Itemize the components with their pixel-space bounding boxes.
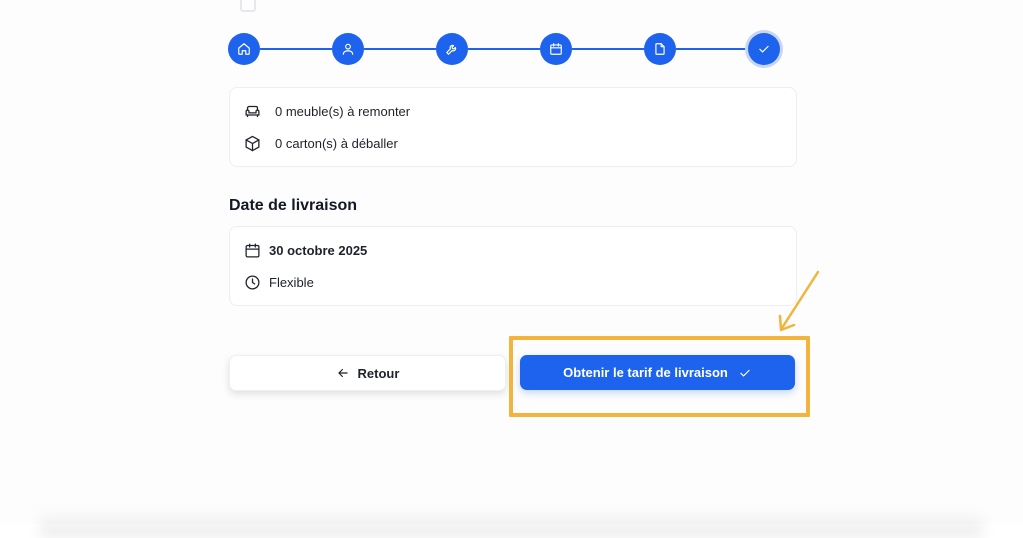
home-icon (238, 43, 250, 55)
step-date[interactable] (540, 33, 572, 65)
step-summary[interactable] (644, 33, 676, 65)
step-connector (572, 48, 644, 50)
delivery-date-row: 30 octobre 2025 (244, 242, 367, 259)
box-icon (245, 135, 260, 152)
page: 0 meuble(s) à remonter 0 carton(s) à déb… (0, 0, 1023, 538)
arrow-left-icon (337, 368, 348, 378)
service-item-label: 0 carton(s) à déballer (275, 136, 398, 151)
service-item-boxes: 0 carton(s) à déballer (244, 135, 398, 152)
user-icon (342, 43, 354, 55)
delivery-flexibility-row: Flexible (244, 274, 314, 291)
document-icon (655, 43, 665, 55)
step-user[interactable] (332, 33, 364, 65)
delivery-date-value: 30 octobre 2025 (269, 243, 368, 258)
calendar-icon (550, 43, 562, 55)
calendar-icon (245, 243, 260, 258)
services-card: 0 meuble(s) à remonter 0 carton(s) à déb… (229, 87, 797, 167)
wrench-icon (446, 44, 457, 55)
step-home[interactable] (228, 33, 260, 65)
check-icon (759, 45, 769, 53)
sofa-icon (245, 105, 260, 118)
section-title-delivery: Date de livraison (229, 197, 358, 214)
clock-icon (245, 275, 260, 290)
service-item-label: 0 meuble(s) à remonter (275, 104, 411, 119)
back-button-label: Retour (357, 365, 400, 381)
service-item-furniture: 0 meuble(s) à remonter (244, 103, 410, 120)
step-connector (468, 48, 540, 50)
step-connector (364, 48, 436, 50)
faded-section-label (228, 62, 428, 74)
step-confirm[interactable] (748, 33, 780, 65)
step-connector (260, 48, 332, 50)
step-connector (676, 48, 748, 50)
highlight-box (509, 336, 810, 417)
annotation-arrow-icon (778, 270, 820, 332)
bottom-shadow (40, 508, 983, 538)
back-button[interactable]: Retour (229, 355, 506, 391)
delivery-flexibility-value: Flexible (269, 275, 314, 290)
faded-header-remnant (240, 0, 400, 12)
delivery-card: 30 octobre 2025 Flexible (229, 226, 797, 306)
step-services[interactable] (436, 33, 468, 65)
